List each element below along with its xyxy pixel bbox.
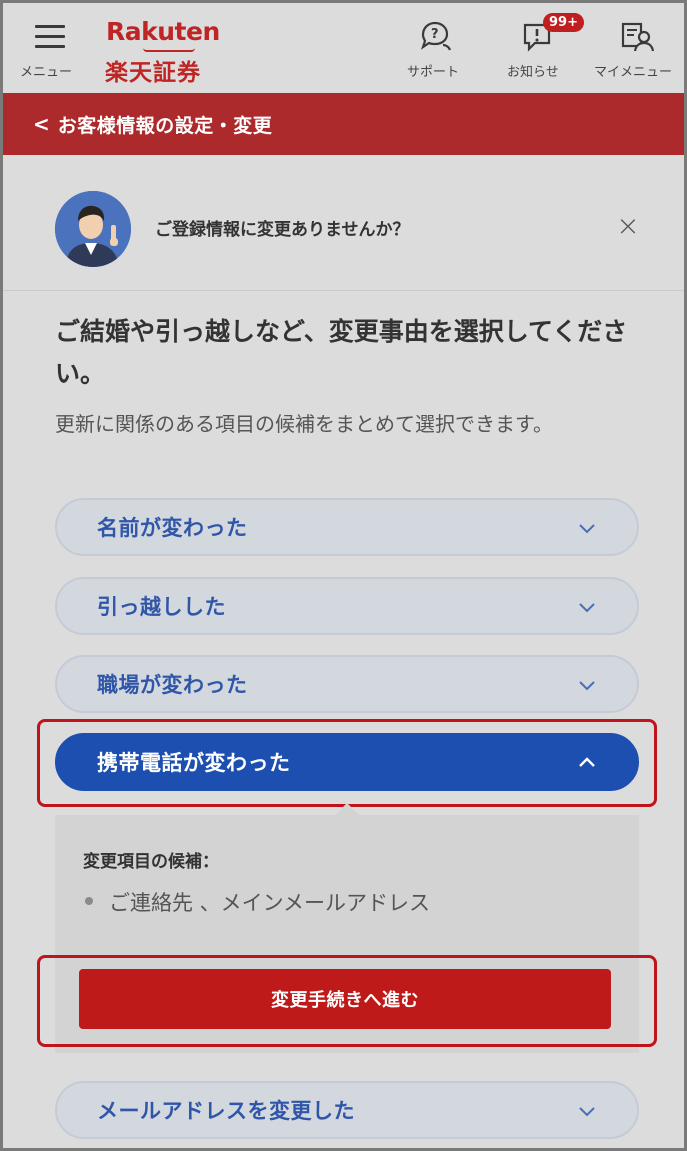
bullet-icon [85, 897, 93, 905]
my-menu-icon [621, 22, 655, 52]
section-description: 更新に関係のある項目の候補をまとめて選択できます。 [55, 412, 553, 436]
reason-label: 名前が変わった [97, 516, 248, 540]
avatar-illustration [55, 191, 131, 267]
app-frame: メニュー Rakuten 楽天証券 ? サポート 99+ お知らせ マイメニュー… [0, 0, 687, 1151]
reason-moved[interactable]: 引っ越しした [55, 577, 639, 635]
update-prompt: ご登録情報に変更ありませんか？ × [3, 155, 684, 291]
notice-label: お知らせ [507, 65, 559, 80]
svg-text:?: ? [431, 27, 439, 42]
chevron-down-icon [579, 603, 595, 613]
chevron-down-icon [579, 681, 595, 691]
reason-label: 引っ越しした [97, 595, 226, 619]
support-chat-icon: ? [420, 21, 452, 51]
logo-text-jp: 楽天証券 [105, 60, 201, 86]
back-chevron-icon[interactable]: < [33, 112, 50, 136]
reason-label: 携帯電話が変わった [97, 751, 291, 775]
reason-name-changed[interactable]: 名前が変わった [55, 498, 639, 556]
assistant-avatar-icon [55, 191, 131, 267]
reason-mobile-changed[interactable]: 携帯電話が変わった [55, 733, 639, 791]
notifications-button[interactable]: 99+ お知らせ [503, 3, 584, 93]
logo-swoosh [143, 48, 195, 52]
support-button[interactable]: ? サポート [401, 3, 471, 93]
my-menu-label: マイメニュー [594, 65, 673, 80]
close-icon[interactable]: × [613, 211, 643, 241]
reason-label: 職場が変わった [97, 673, 248, 697]
prompt-question: ご登録情報に変更ありませんか？ [155, 220, 410, 240]
support-label: サポート [407, 65, 460, 80]
panel-title: 変更項目の候補： [83, 852, 219, 872]
my-menu-button[interactable]: マイメニュー [591, 3, 683, 93]
panel-pointer [335, 803, 359, 815]
chevron-up-icon [579, 757, 595, 767]
reason-email-changed[interactable]: メールアドレスを変更した [55, 1081, 639, 1139]
chevron-down-icon [579, 524, 595, 534]
section-heading: ご結婚や引っ越しなど、変更事由を選択してください。 [55, 317, 628, 388]
page-title-bar: < お客様情報の設定・変更 [3, 93, 684, 155]
reason-label: メールアドレスを変更した [97, 1099, 355, 1123]
list-item: ご連絡先 、メインメールアドレス [85, 887, 430, 917]
notification-badge: 99+ [543, 13, 584, 32]
top-header: メニュー Rakuten 楽天証券 ? サポート 99+ お知らせ マイメニュー [3, 3, 684, 93]
candidate-item-label: ご連絡先 、メインメールアドレス [109, 891, 431, 915]
reason-workplace-changed[interactable]: 職場が変わった [55, 655, 639, 713]
hamburger-icon [35, 25, 65, 48]
rakuten-logo[interactable]: Rakuten 楽天証券 [103, 17, 233, 87]
logo-text-en: Rakuten [106, 17, 220, 46]
menu-button[interactable]: メニュー [17, 3, 89, 93]
menu-label: メニュー [20, 65, 73, 80]
chevron-down-icon [579, 1107, 595, 1117]
highlight-frame [37, 955, 657, 1047]
page-title: お客様情報の設定・変更 [57, 114, 273, 137]
